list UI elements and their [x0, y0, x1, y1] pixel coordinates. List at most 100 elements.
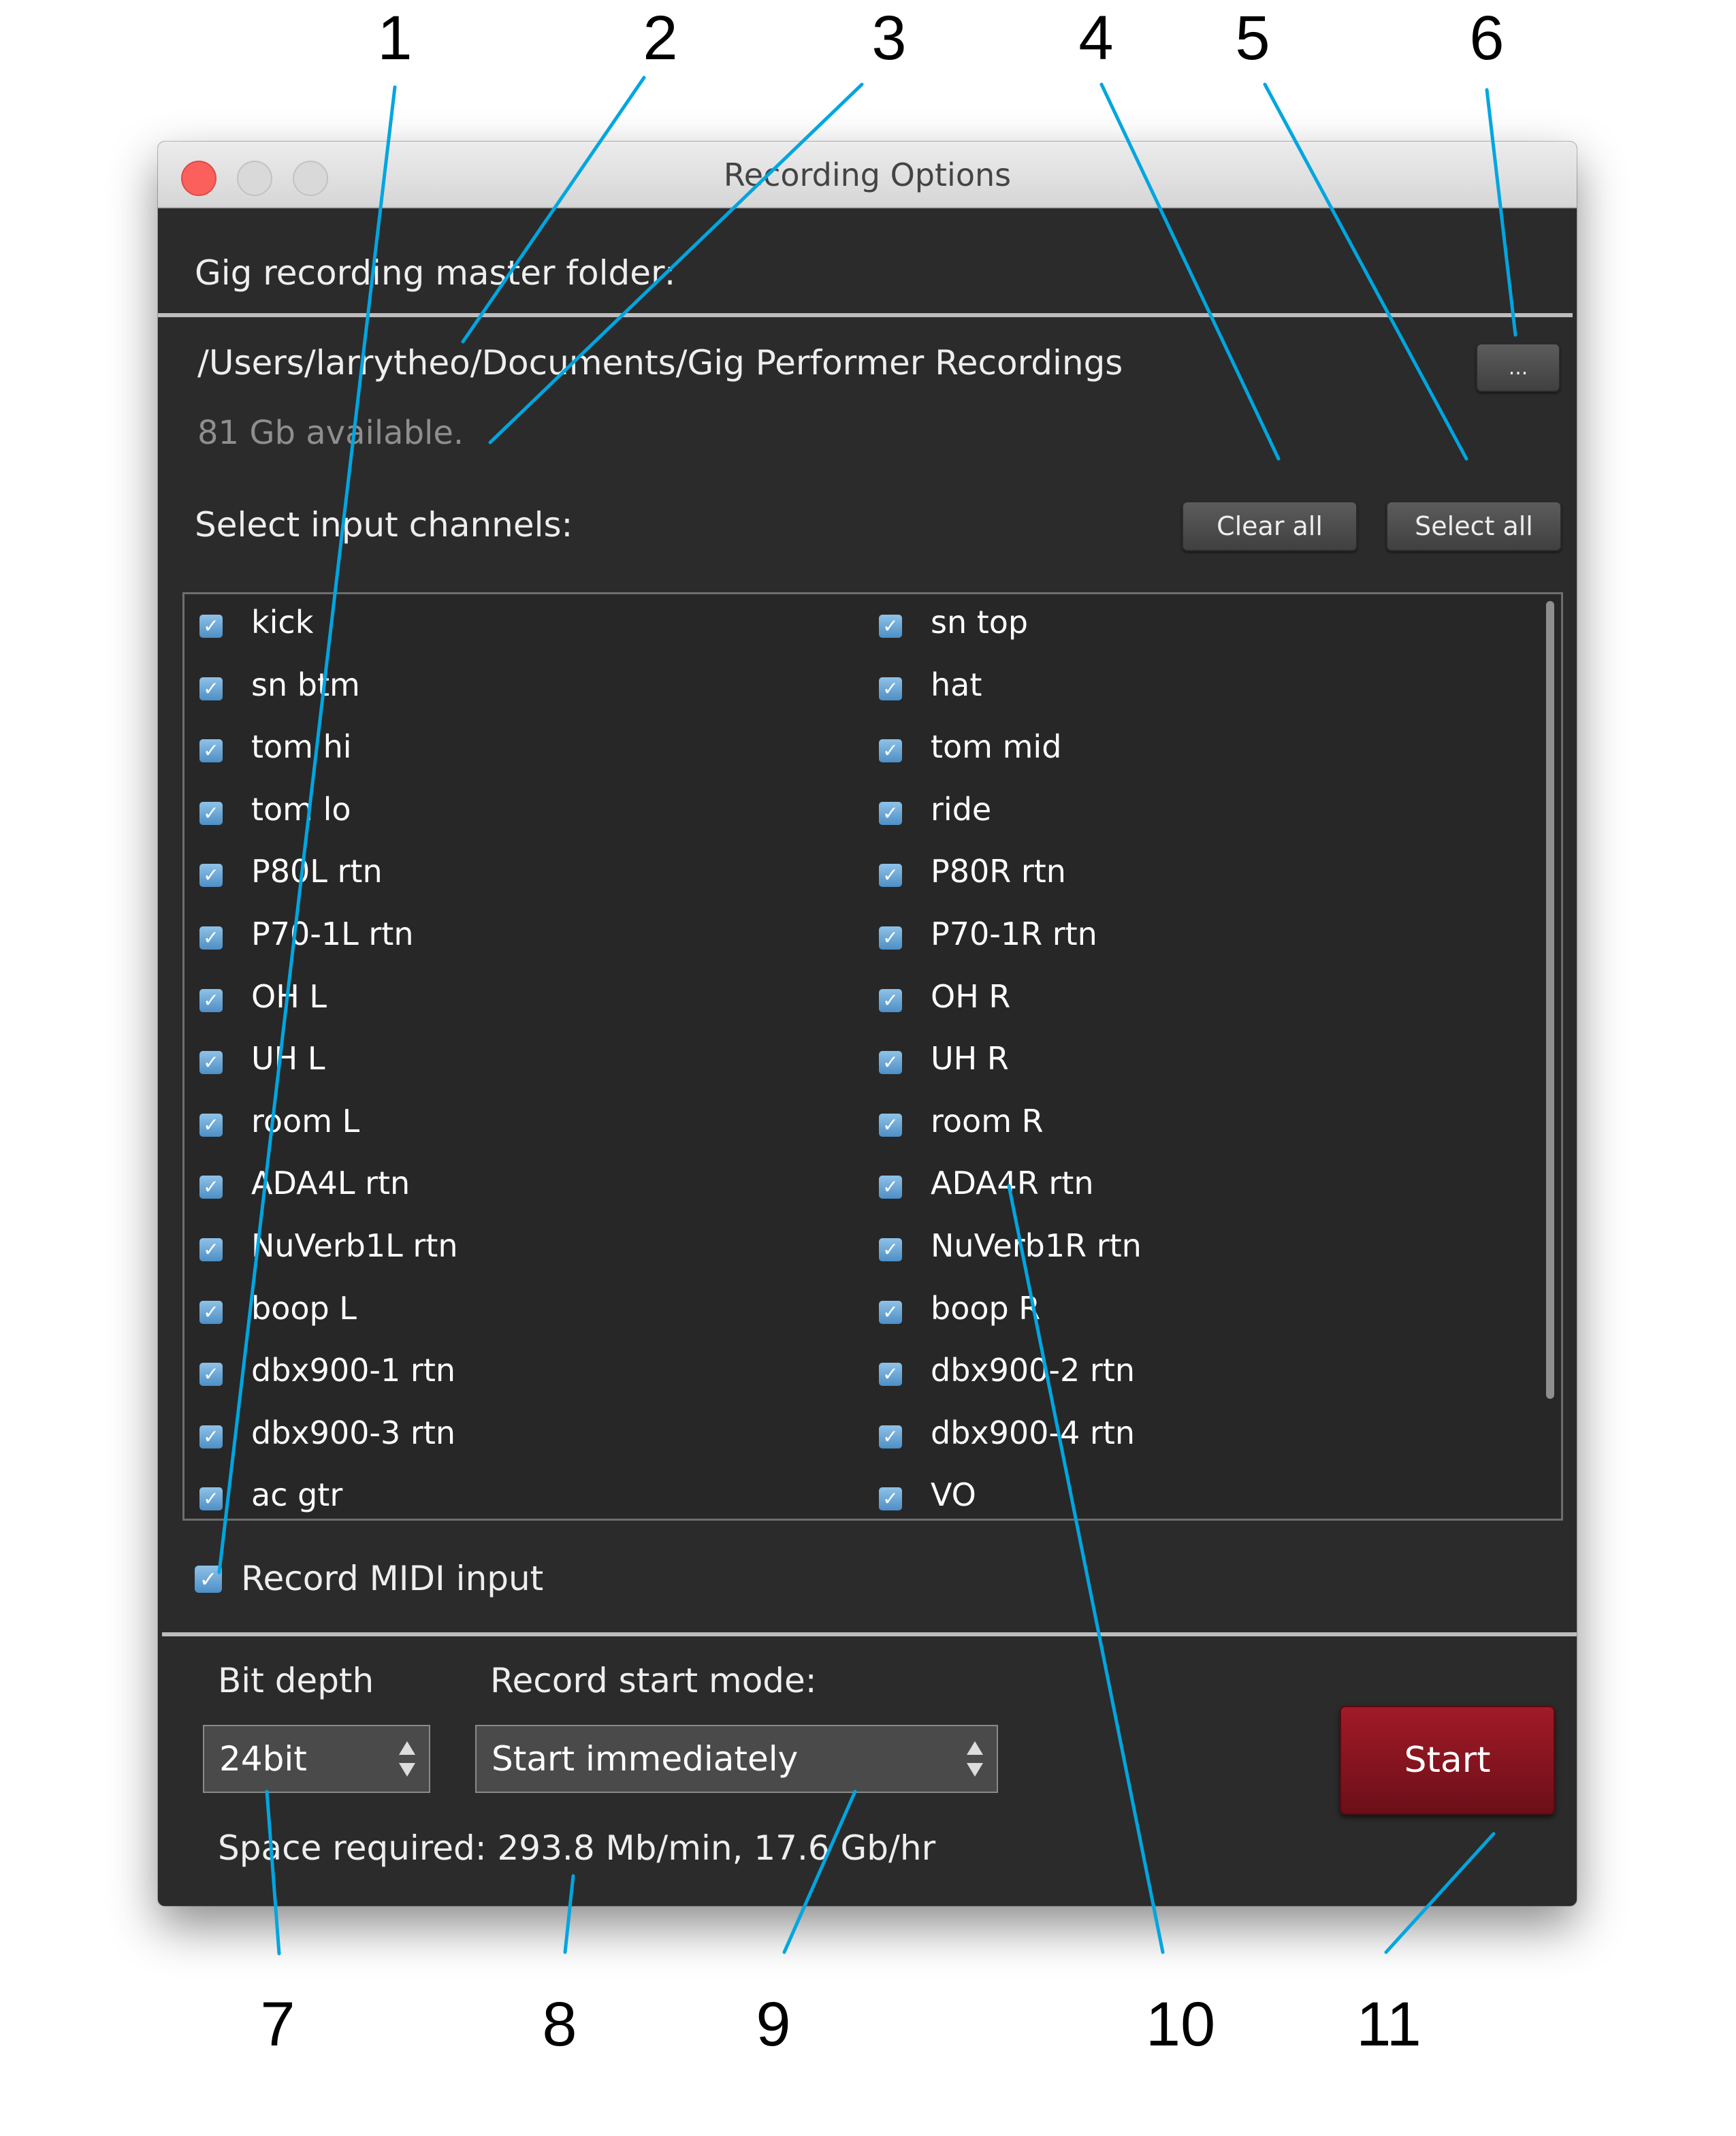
- channel-checkbox[interactable]: ✓: [199, 864, 223, 888]
- channel-label: tom mid: [931, 728, 1062, 766]
- channel-checkbox[interactable]: ✓: [199, 1176, 223, 1199]
- channel-item[interactable]: ✓ sn btm: [184, 662, 864, 725]
- channel-item[interactable]: ✓ NuVerb1L rtn: [184, 1223, 864, 1286]
- channel-checkbox[interactable]: ✓: [879, 1176, 902, 1199]
- channel-label: P70-1L rtn: [251, 915, 414, 952]
- channel-label: boop R: [931, 1289, 1041, 1327]
- channel-item[interactable]: ✓ dbx900-3 rtn: [184, 1410, 864, 1473]
- callout-number-2: 2: [643, 3, 678, 73]
- channel-checkbox[interactable]: ✓: [879, 1300, 902, 1324]
- channel-item[interactable]: ✓ P70-1L rtn: [184, 911, 864, 974]
- channel-item[interactable]: ✓ boop R: [864, 1286, 1543, 1348]
- input-channels-list: ✓ kick ✓ sn top ✓ sn btm ✓ hat ✓ tom hi ✓ tom mid ✓ t…: [182, 592, 1563, 1521]
- channel-item[interactable]: ✓ ADA4L rtn: [184, 1161, 864, 1223]
- channel-label: dbx900-1 rtn: [251, 1352, 456, 1389]
- channel-checkbox[interactable]: ✓: [199, 739, 223, 763]
- channel-item[interactable]: ✓ dbx900-2 rtn: [864, 1348, 1543, 1410]
- record-midi-checkbox[interactable]: ✓: [195, 1566, 222, 1593]
- channel-item[interactable]: ✓ boop L: [184, 1286, 864, 1348]
- callout-number-6: 6: [1469, 3, 1505, 73]
- channel-item[interactable]: ✓ OH L: [184, 974, 864, 1037]
- channel-checkbox[interactable]: ✓: [199, 801, 223, 825]
- channel-checkbox[interactable]: ✓: [199, 1487, 223, 1511]
- select-all-button[interactable]: Select all: [1386, 501, 1562, 551]
- clear-all-button[interactable]: Clear all: [1182, 501, 1357, 551]
- channel-item[interactable]: ✓ kick: [184, 600, 864, 662]
- channel-checkbox[interactable]: ✓: [199, 988, 223, 1012]
- channel-item[interactable]: ✓ dbx900-4 rtn: [864, 1410, 1543, 1473]
- channel-label: hat: [931, 666, 982, 703]
- channel-item[interactable]: ✓ UH L: [184, 1036, 864, 1099]
- channel-checkbox[interactable]: ✓: [199, 1300, 223, 1324]
- channel-label: ADA4R rtn: [931, 1165, 1094, 1202]
- title-bar: Recording Options: [158, 142, 1577, 208]
- start-recording-button[interactable]: Start: [1340, 1706, 1555, 1815]
- channel-label: dbx900-3 rtn: [251, 1414, 456, 1451]
- channel-label: UH L: [251, 1040, 325, 1078]
- channel-item[interactable]: ✓ P80L rtn: [184, 849, 864, 911]
- channel-checkbox[interactable]: ✓: [879, 1237, 902, 1261]
- browse-folder-button[interactable]: ...: [1476, 343, 1560, 392]
- channel-label: ADA4L rtn: [251, 1165, 411, 1202]
- channel-checkbox[interactable]: ✓: [879, 801, 902, 825]
- folder-path: /Users/larrytheo/Documents/Gig Performer…: [197, 343, 1123, 383]
- channel-checkbox[interactable]: ✓: [879, 739, 902, 763]
- channel-checkbox[interactable]: ✓: [879, 1425, 902, 1449]
- channel-item[interactable]: ✓ P80R rtn: [864, 849, 1543, 911]
- channel-checkbox[interactable]: ✓: [879, 1487, 902, 1511]
- channel-item[interactable]: ✓ NuVerb1R rtn: [864, 1223, 1543, 1286]
- channel-item[interactable]: ✓ tom mid: [864, 724, 1543, 787]
- channel-label: OH L: [251, 977, 327, 1015]
- callout-number-1: 1: [377, 3, 413, 73]
- folder-divider: [158, 313, 1573, 317]
- channel-checkbox[interactable]: ✓: [199, 1363, 223, 1387]
- channel-item[interactable]: ✓ room R: [864, 1099, 1543, 1161]
- channel-item[interactable]: ✓ ac gtr: [184, 1472, 864, 1519]
- channel-checkbox[interactable]: ✓: [879, 615, 902, 638]
- callout-number-9: 9: [756, 1990, 791, 2059]
- channel-checkbox[interactable]: ✓: [199, 615, 223, 638]
- channel-checkbox[interactable]: ✓: [879, 864, 902, 888]
- channel-label: room L: [251, 1102, 360, 1139]
- window-title: Recording Options: [723, 157, 1012, 193]
- channel-checkbox[interactable]: ✓: [199, 1425, 223, 1449]
- channel-checkbox[interactable]: ✓: [879, 926, 902, 950]
- channel-label: ride: [931, 790, 992, 828]
- channel-checkbox[interactable]: ✓: [199, 1113, 223, 1137]
- channel-checkbox[interactable]: ✓: [199, 1237, 223, 1261]
- bit-depth-value: 24bit: [219, 1739, 307, 1779]
- start-mode-select[interactable]: Start immediately: [475, 1725, 998, 1793]
- channel-item[interactable]: ✓ UH R: [864, 1036, 1543, 1099]
- channel-item[interactable]: ✓ hat: [864, 662, 1543, 725]
- channel-label: NuVerb1L rtn: [251, 1227, 458, 1264]
- channel-item[interactable]: ✓ VO: [864, 1472, 1543, 1519]
- channel-checkbox[interactable]: ✓: [879, 988, 902, 1012]
- channel-item[interactable]: ✓ OH R: [864, 974, 1543, 1037]
- channel-item[interactable]: ✓ ride: [864, 787, 1543, 849]
- record-midi-label: Record MIDI input: [241, 1559, 544, 1598]
- channel-item[interactable]: ✓ dbx900-1 rtn: [184, 1348, 864, 1410]
- channel-label: dbx900-4 rtn: [931, 1414, 1136, 1451]
- channel-label: P70-1R rtn: [931, 915, 1097, 952]
- channel-item[interactable]: ✓ tom lo: [184, 787, 864, 849]
- channel-checkbox[interactable]: ✓: [199, 926, 223, 950]
- channel-label: boop L: [251, 1289, 357, 1327]
- channel-checkbox[interactable]: ✓: [879, 1051, 902, 1075]
- channel-item[interactable]: ✓ P70-1R rtn: [864, 911, 1543, 974]
- channel-checkbox[interactable]: ✓: [879, 1113, 902, 1137]
- channels-scrollbar[interactable]: [1546, 601, 1554, 1399]
- channel-label: ac gtr: [251, 1476, 343, 1514]
- channel-label: P80R rtn: [931, 853, 1066, 890]
- bit-depth-select[interactable]: 24bit: [203, 1725, 430, 1793]
- channel-checkbox[interactable]: ✓: [199, 1051, 223, 1075]
- channel-item[interactable]: ✓ sn top: [864, 600, 1543, 662]
- channel-checkbox[interactable]: ✓: [879, 1363, 902, 1387]
- channel-checkbox[interactable]: ✓: [879, 677, 902, 700]
- channel-label: sn btm: [251, 666, 360, 703]
- channel-item[interactable]: ✓ ADA4R rtn: [864, 1161, 1543, 1223]
- channel-item[interactable]: ✓ room L: [184, 1099, 864, 1161]
- channel-label: VO: [931, 1476, 976, 1514]
- callout-number-8: 8: [542, 1990, 577, 2059]
- channel-item[interactable]: ✓ tom hi: [184, 724, 864, 787]
- channel-checkbox[interactable]: ✓: [199, 677, 223, 700]
